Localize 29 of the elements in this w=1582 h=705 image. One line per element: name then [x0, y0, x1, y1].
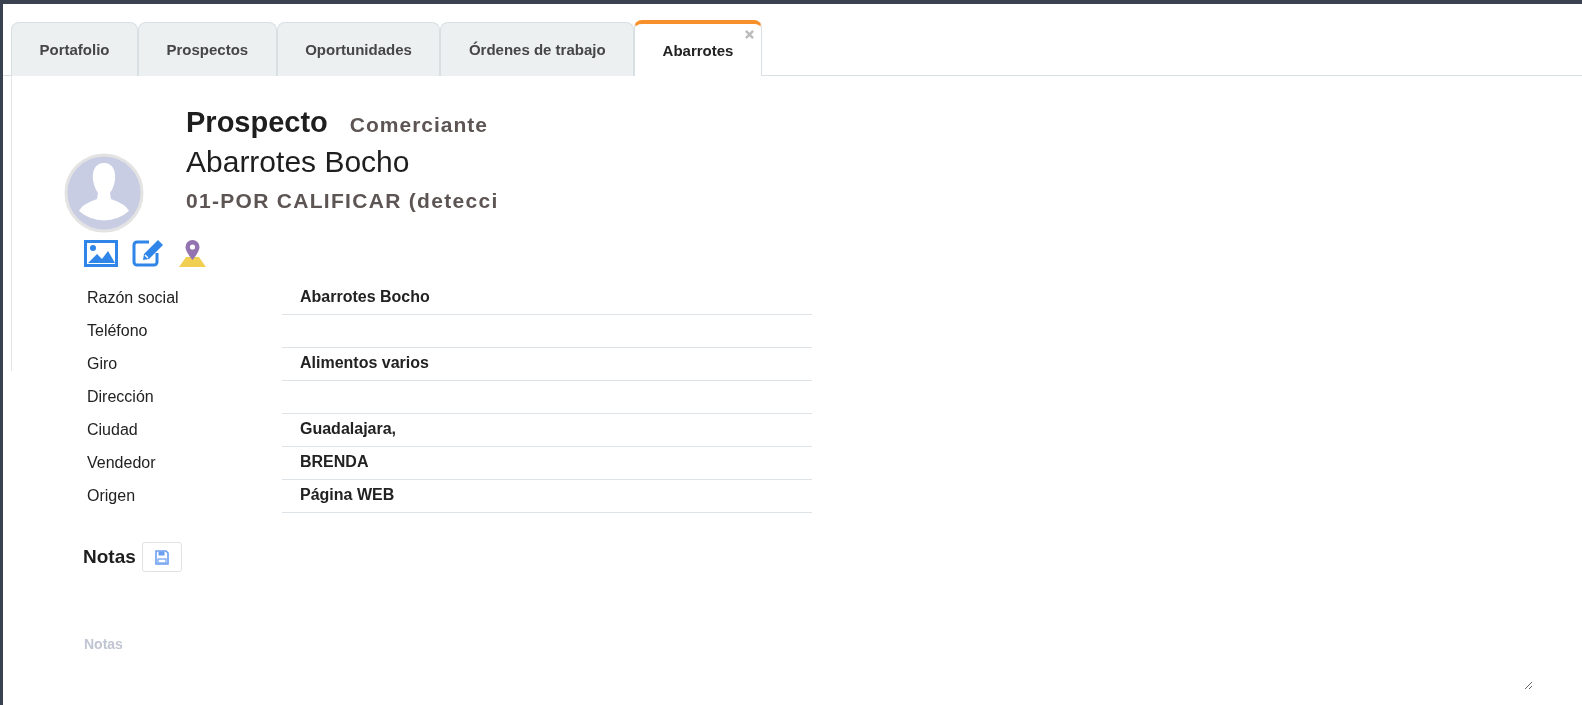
field-value: Abarrotes Bocho	[300, 288, 430, 306]
field-value: Alimentos varios	[300, 354, 429, 372]
tab[interactable]: Oportunidades	[276, 22, 441, 76]
field-label: Ciudad	[87, 420, 139, 439]
prospect-status: 01-POR CALIFICAR (detecci	[186, 189, 499, 213]
field-label: Giro	[87, 354, 119, 373]
image-icon[interactable]	[84, 240, 118, 267]
tab[interactable]: Órdenes de trabajo	[440, 22, 635, 76]
prospect-type: Comerciante	[349, 113, 489, 137]
save-button[interactable]	[141, 542, 182, 572]
close-icon[interactable]	[744, 30, 754, 39]
edit-icon[interactable]	[132, 239, 164, 267]
field-label: Razón social	[87, 288, 180, 307]
field-label: Origen	[87, 486, 137, 505]
prospect-name: Abarrotes Bocho	[186, 145, 411, 179]
notes-heading: Notas	[83, 546, 136, 568]
field-value: Guadalajara,	[300, 420, 397, 438]
avatar-icon	[64, 153, 144, 233]
field-label: Teléfono	[87, 321, 149, 340]
record-title: Prospecto	[186, 106, 328, 139]
field-value: BRENDA	[300, 453, 369, 471]
map-pin-icon[interactable]	[178, 239, 207, 267]
field-label: Dirección	[87, 387, 155, 406]
save-icon	[154, 549, 169, 565]
field-value: Página WEB	[300, 486, 395, 504]
tab[interactable]: Abarrotes	[634, 20, 762, 76]
tab[interactable]: Prospectos	[138, 22, 277, 76]
tab[interactable]: Portafolio	[11, 22, 138, 76]
field-label: Vendedor	[87, 453, 157, 472]
